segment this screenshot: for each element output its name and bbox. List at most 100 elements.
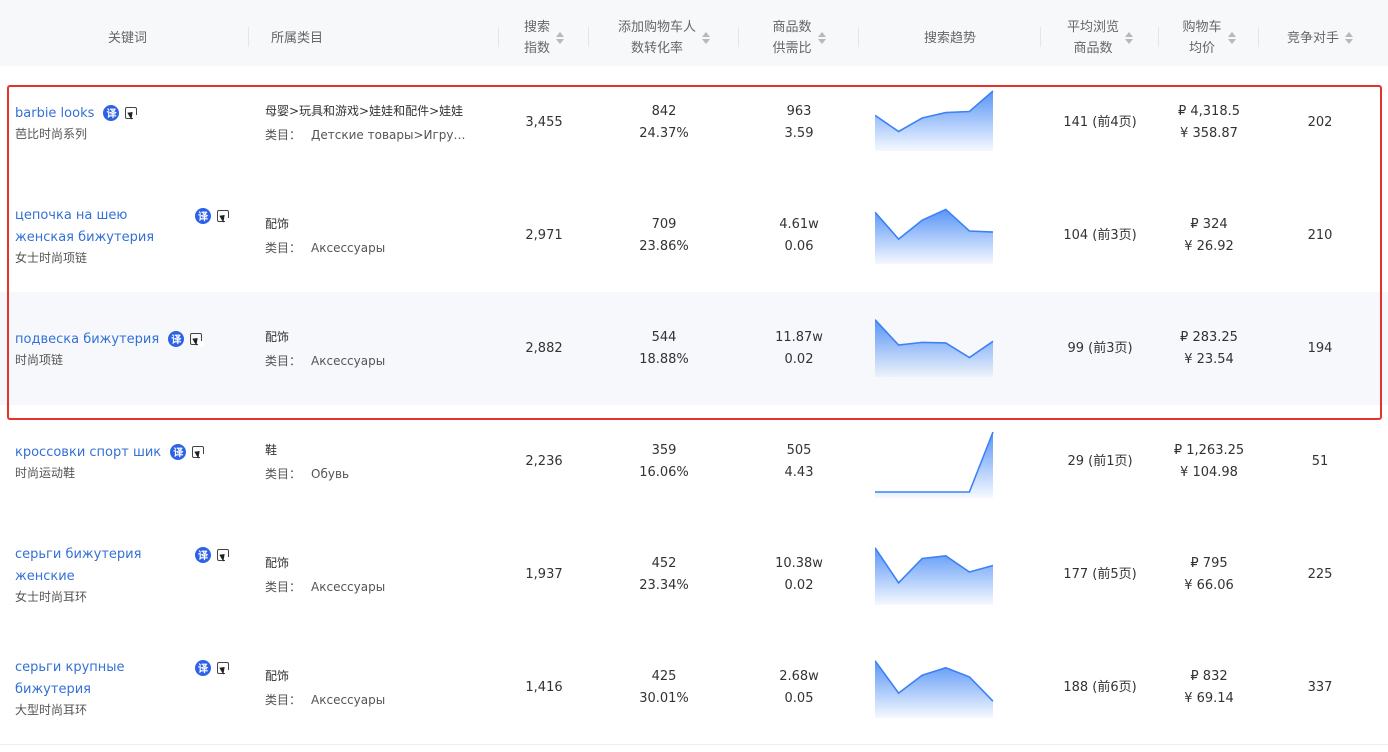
cart-rate-value: 23.34% xyxy=(639,577,689,593)
translate-icon[interactable]: 译 xyxy=(195,546,211,563)
header-avg-browse[interactable]: 平均浏览 商品数 xyxy=(1042,0,1158,76)
price-rub-value: ₽ 324 xyxy=(1190,216,1228,232)
table-row: серьги крупные бижутерия 译 大型时尚耳环 配饰 类目：… xyxy=(0,631,1388,745)
table-row: кроссовки спорт шик 译 时尚运动鞋 鞋 类目： Обувь 2… xyxy=(0,405,1388,519)
supply-ratio-value: 4.43 xyxy=(784,464,814,480)
open-link-icon[interactable] xyxy=(190,332,205,347)
cart-rate-value: 30.01% xyxy=(639,690,689,706)
table-row: серьги бижутерия женские 译 女士时尚耳环 配饰 类目：… xyxy=(0,518,1388,632)
open-link-icon[interactable] xyxy=(217,661,231,676)
trend-area xyxy=(875,209,993,264)
header-cart-price[interactable]: 购物车 均价 xyxy=(1160,0,1258,76)
goods-count-value: 4.61w xyxy=(779,216,819,232)
trend-sparkline xyxy=(875,319,994,377)
goods-count-value: 11.87w xyxy=(775,329,823,345)
sort-icon[interactable] xyxy=(1345,32,1353,44)
goods-count-value: 505 xyxy=(786,442,812,458)
header-search-index[interactable]: 搜索 指数 xyxy=(500,0,588,76)
competitors-value: 210 xyxy=(1307,227,1333,243)
avg-browse-value: 29 (前1页) xyxy=(1067,453,1133,469)
price-rub-value: ₽ 4,318.5 xyxy=(1177,103,1241,119)
price-rub-value: ₽ 1,263.25 xyxy=(1173,442,1245,458)
goods-count-value: 963 xyxy=(786,103,812,119)
price-rub-value: ₽ 283.25 xyxy=(1180,329,1238,345)
category-cell: 母婴>玩具和游戏>娃娃和配件>娃娃 类目： Детские товары>Игру… xyxy=(265,66,475,179)
keyword-table: 关键词 所属类目 搜索 指数 添加购物车人 数转化率 商品数 供需比 搜索趋势 平均浏… xyxy=(0,0,1388,752)
trend-area xyxy=(875,547,993,605)
cart-people-value: 709 xyxy=(651,216,677,232)
trend-sparkline xyxy=(875,90,994,151)
category-cell: 配饰 类目： Аксессуары xyxy=(265,292,475,405)
header-trend: 搜索趋势 xyxy=(923,30,976,46)
sort-icon[interactable] xyxy=(556,32,564,44)
keyword-translation: 大型时尚耳环 xyxy=(15,702,88,717)
search-index-value: 2,236 xyxy=(525,453,563,469)
translate-icon[interactable]: 译 xyxy=(168,330,185,347)
competitors-value: 337 xyxy=(1307,679,1333,695)
sort-icon[interactable] xyxy=(817,32,826,44)
keyword-translation: 时尚项链 xyxy=(15,353,64,367)
price-cny-value: ¥ 69.14 xyxy=(1184,690,1234,706)
search-index-value: 3,455 xyxy=(525,114,563,130)
open-link-icon[interactable] xyxy=(217,209,231,224)
keyword-link[interactable]: серьги бижутерия женские xyxy=(15,544,165,588)
keyword-translation: 女士时尚耳环 xyxy=(15,589,88,604)
cart-rate-value: 18.88% xyxy=(639,351,689,367)
competitors-value: 194 xyxy=(1307,340,1333,356)
keyword-link[interactable]: подвеска бижутерия xyxy=(15,332,159,347)
keyword-link[interactable]: цепочка на шею женская бижутерия xyxy=(15,205,185,249)
translate-icon[interactable]: 译 xyxy=(170,443,187,460)
category-cell: 鞋 类目： Обувь xyxy=(265,405,475,518)
header-cart-rate[interactable]: 添加购物车人 数转化率 xyxy=(590,0,738,76)
keyword-link[interactable]: barbie looks xyxy=(15,106,94,121)
translate-icon[interactable]: 译 xyxy=(195,659,211,676)
translate-icon[interactable]: 译 xyxy=(103,104,120,121)
open-link-icon[interactable] xyxy=(192,445,207,460)
sort-icon[interactable] xyxy=(702,32,710,44)
category-cell: 配饰 类目： Аксессуары xyxy=(265,518,475,631)
trend-area xyxy=(875,660,993,718)
search-index-value: 2,971 xyxy=(525,227,563,243)
header-competitors[interactable]: 竞争对手 xyxy=(1260,0,1380,76)
trend-area xyxy=(875,319,993,377)
trend-sparkline xyxy=(875,431,994,498)
cart-people-value: 359 xyxy=(651,442,677,458)
header-keyword: 关键词 xyxy=(107,30,147,46)
avg-browse-value: 99 (前3页) xyxy=(1067,340,1133,356)
keyword-link[interactable]: серьги крупные бижутерия xyxy=(15,657,165,701)
cart-rate-value: 23.86% xyxy=(639,238,689,254)
translate-icon[interactable]: 译 xyxy=(195,207,211,224)
price-cny-value: ¥ 66.06 xyxy=(1184,577,1234,593)
trend-sparkline xyxy=(875,208,994,264)
supply-ratio-value: 0.02 xyxy=(784,577,814,593)
search-index-value: 1,937 xyxy=(525,566,563,582)
header-supply-ratio[interactable]: 商品数 供需比 xyxy=(740,0,858,76)
cart-people-value: 452 xyxy=(651,555,677,571)
open-link-icon[interactable] xyxy=(125,106,140,121)
category-ru: Аксессуары xyxy=(311,692,386,707)
category-path: 鞋 xyxy=(265,442,278,457)
open-link-icon[interactable] xyxy=(217,548,231,563)
cart-people-value: 842 xyxy=(651,103,677,119)
category-ru: Аксессуары xyxy=(311,579,386,594)
goods-count-value: 10.38w xyxy=(775,555,823,571)
trend-area xyxy=(875,91,993,151)
table-row: barbie looks 译 芭比时尚系列 母婴>玩具和游戏>娃娃和配件>娃娃 … xyxy=(0,66,1388,180)
cart-people-value: 425 xyxy=(651,668,677,684)
sort-icon[interactable] xyxy=(1227,32,1236,44)
category-path: 配饰 xyxy=(265,216,290,231)
cart-rate-value: 16.06% xyxy=(639,464,689,480)
price-cny-value: ¥ 104.98 xyxy=(1180,464,1238,480)
supply-ratio-value: 0.02 xyxy=(784,351,814,367)
trend-sparkline xyxy=(875,547,994,605)
category-cell: 配饰 类目： Аксессуары xyxy=(265,631,475,744)
category-ru: Обувь xyxy=(311,466,350,481)
header-category: 所属类目 xyxy=(271,30,324,46)
trend-area xyxy=(875,432,993,498)
sort-icon[interactable] xyxy=(1125,32,1133,44)
cart-people-value: 544 xyxy=(651,329,677,345)
avg-browse-value: 188 (前6页) xyxy=(1063,679,1137,695)
search-index-value: 1,416 xyxy=(525,679,563,695)
keyword-link[interactable]: кроссовки спорт шик xyxy=(15,445,161,460)
price-cny-value: ¥ 358.87 xyxy=(1180,125,1238,141)
